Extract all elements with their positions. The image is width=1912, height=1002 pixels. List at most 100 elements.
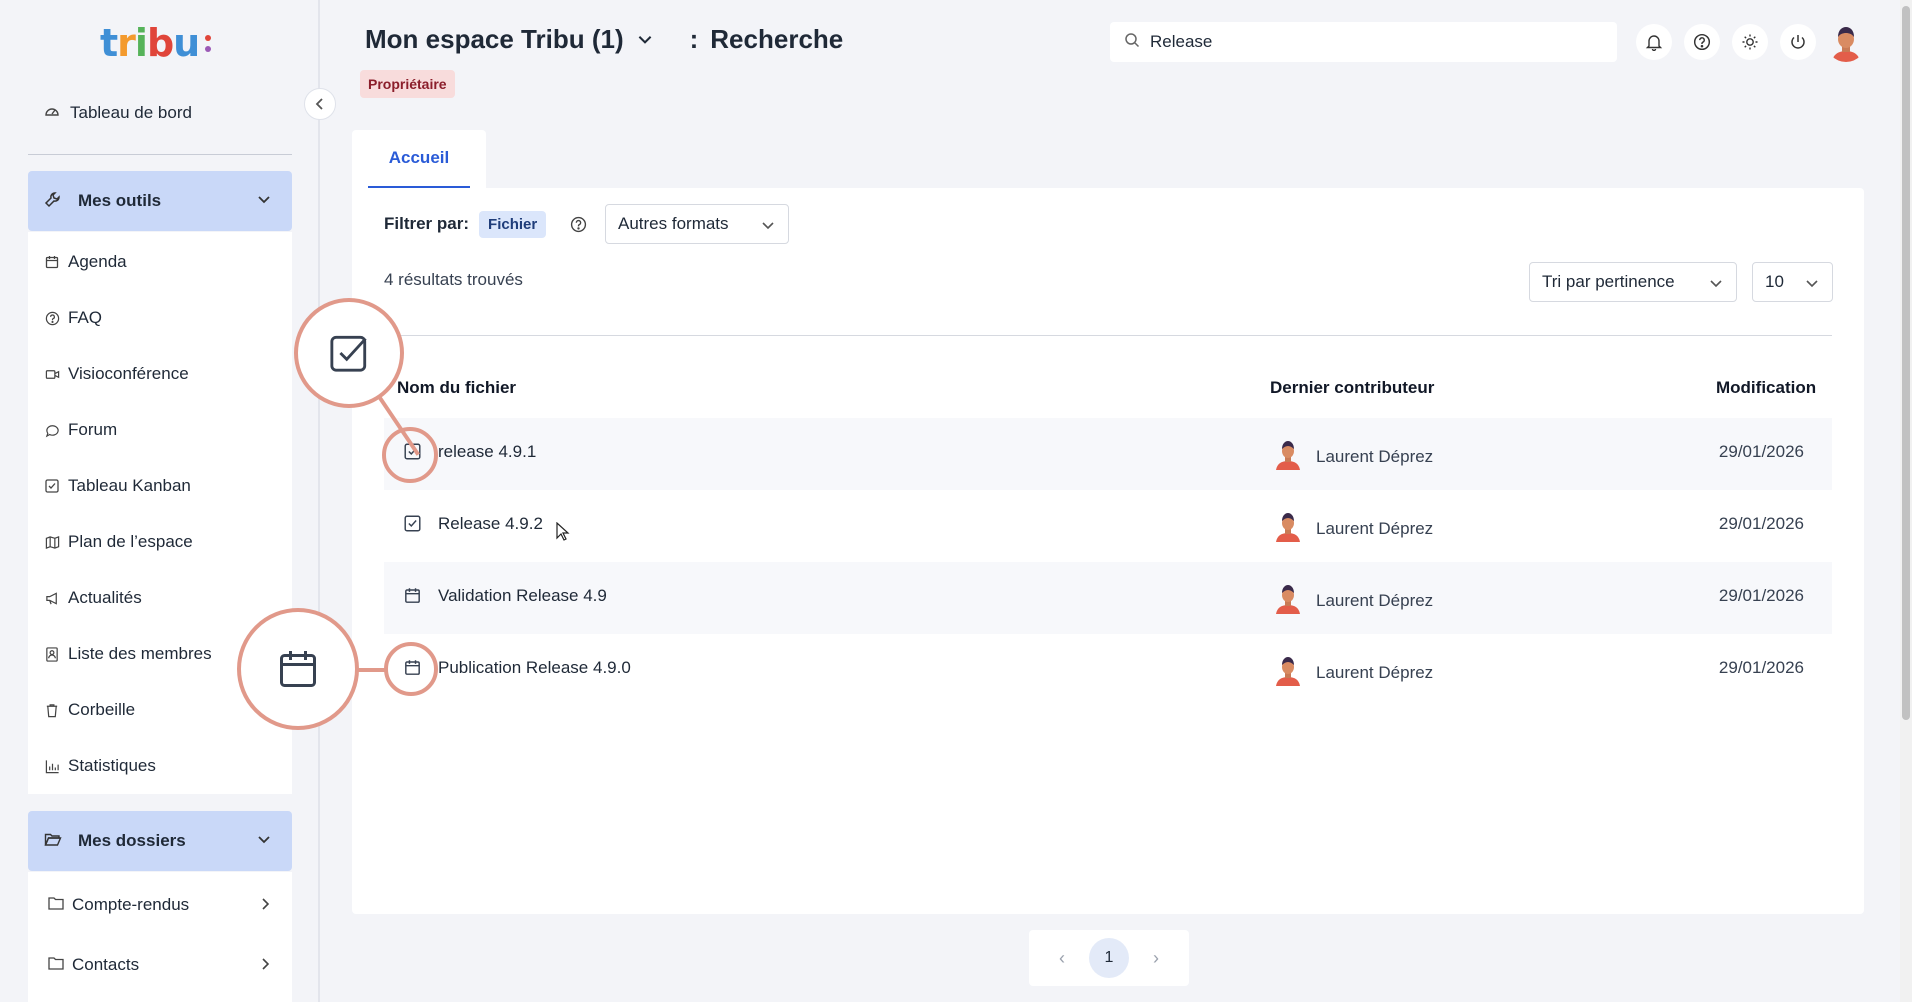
file-name-cell[interactable]: Publication Release 4.9.0 <box>404 658 631 678</box>
sidebar-item-label: FAQ <box>68 308 103 327</box>
folder-icon <box>48 895 64 915</box>
role-badge: Propriétaire <box>360 70 455 98</box>
sort-select[interactable]: Tri par pertinence <box>1529 262 1737 302</box>
notifications-button[interactable] <box>1636 24 1672 60</box>
sidebar-item-label: Agenda <box>68 252 127 271</box>
contributor-cell: Laurent Déprez <box>1274 510 1433 547</box>
space-name[interactable]: Mon espace Tribu (1) <box>365 24 624 55</box>
scrollbar-thumb[interactable] <box>1902 6 1910 720</box>
video-icon <box>44 366 60 382</box>
contributor-name: Laurent Déprez <box>1316 590 1434 610</box>
sidebar-item-label: Corbeille <box>68 700 136 719</box>
chevron-down-icon <box>256 191 272 212</box>
search-bar[interactable] <box>1110 22 1617 62</box>
modified-date: 29/01/2026 <box>1718 658 1804 677</box>
page-number-current[interactable]: 1 <box>1089 938 1129 978</box>
sidebar-item-label: Statistiques <box>68 756 156 775</box>
sort-select-value: Tri par pertinence <box>1542 272 1675 291</box>
file-name: Validation Release 4.9 <box>438 586 607 605</box>
sidebar-item-membres[interactable]: Liste des membres <box>44 640 212 668</box>
section-mes-dossiers[interactable]: Mes dossiers <box>28 811 292 871</box>
table-row[interactable]: Validation Release 4.9 Laurent Déprez 29… <box>384 562 1832 634</box>
folder-item-compte-rendus[interactable]: Compte-rendus <box>48 890 282 920</box>
page-size-select[interactable]: 10 <box>1752 262 1833 302</box>
table-row[interactable]: Release 4.9.2 Laurent Déprez 29/01/2026 <box>384 490 1832 562</box>
column-header-name[interactable]: Nom du fichier <box>397 378 516 398</box>
user-avatar[interactable] <box>1826 22 1866 62</box>
checkbox-icon <box>330 335 367 372</box>
pagination: ‹ 1 › <box>1029 930 1189 986</box>
table-row[interactable]: release 4.9.1 Laurent Déprez 29/01/2026 <box>384 418 1832 490</box>
sidebar-item-visioconference[interactable]: Visioconférence <box>44 360 189 388</box>
next-page-button[interactable]: › <box>1153 948 1159 969</box>
format-select-value: Autres formats <box>618 214 729 233</box>
callout-target-ring <box>382 427 438 483</box>
column-header-contributor[interactable]: Dernier contributeur <box>1270 378 1434 398</box>
title-separator: : <box>689 24 699 54</box>
folders-list: Compte-rendus Contacts <box>28 872 292 1002</box>
folder-label: Compte-rendus <box>72 895 190 914</box>
filter-chip-fichier[interactable]: Fichier <box>479 210 547 238</box>
sidebar-item-actualites[interactable]: Actualités <box>44 584 142 612</box>
filter-help-icon[interactable] <box>568 214 588 234</box>
logo-letter-i: i <box>134 21 148 65</box>
checkbox-icon <box>44 478 60 494</box>
search-input[interactable] <box>1150 32 1590 52</box>
chevron-down-icon <box>760 217 776 238</box>
chevron-right-icon <box>258 956 272 977</box>
sidebar-item-plan[interactable]: Plan de l’espace <box>44 528 193 556</box>
help-circle-icon <box>1693 33 1711 51</box>
sidebar-item-label: Forum <box>68 420 118 439</box>
contributor-name: Laurent Déprez <box>1316 662 1434 682</box>
sidebar-collapse-button[interactable] <box>304 88 336 120</box>
column-header-modified[interactable]: Modification <box>1716 378 1816 398</box>
megaphone-icon <box>44 590 60 606</box>
page-scrollbar[interactable] <box>1900 0 1912 1002</box>
sidebar-item-faq[interactable]: FAQ <box>44 304 102 332</box>
tab-accueil[interactable]: Accueil <box>368 130 470 188</box>
callout-connector <box>354 668 388 672</box>
contributor-cell: Laurent Déprez <box>1274 438 1433 475</box>
modified-date: 29/01/2026 <box>1718 442 1804 461</box>
sidebar-item-corbeille[interactable]: Corbeille <box>44 696 135 724</box>
sidebar-item-label: Tableau de bord <box>70 103 192 122</box>
contributor-cell: Laurent Déprez <box>1274 582 1433 619</box>
sidebar-item-statistiques[interactable]: Statistiques <box>44 752 156 780</box>
calendar-icon <box>44 254 60 270</box>
page-size-value: 10 <box>1765 272 1784 291</box>
contributor-name: Laurent Déprez <box>1316 518 1434 538</box>
folder-item-contacts[interactable]: Contacts <box>48 950 282 980</box>
theme-toggle-button[interactable] <box>1732 24 1768 60</box>
file-name-cell[interactable]: Release 4.9.2 <box>404 514 543 534</box>
file-name-cell[interactable]: Validation Release 4.9 <box>404 586 607 606</box>
logo-letter-b: b <box>146 21 174 65</box>
section-mes-outils[interactable]: Mes outils <box>28 171 292 231</box>
wrench-icon <box>44 190 62 213</box>
filter-label: Filtrer par: <box>384 214 470 233</box>
sidebar-item-forum[interactable]: Forum <box>44 416 117 444</box>
tribu-logo[interactable]: t r i b u <box>100 18 220 68</box>
contributor-cell: Laurent Déprez <box>1274 654 1433 691</box>
contributor-avatar <box>1274 438 1302 475</box>
callout-zoom-calendar <box>237 608 359 730</box>
sidebar-item-dashboard[interactable]: Tableau de bord <box>28 98 292 128</box>
logout-button[interactable] <box>1780 24 1816 60</box>
calendar-icon <box>404 587 422 605</box>
sidebar-item-kanban[interactable]: Tableau Kanban <box>44 472 191 500</box>
contacts-icon <box>44 646 60 662</box>
help-button[interactable] <box>1684 24 1720 60</box>
results-divider <box>384 335 1832 336</box>
bell-icon <box>1645 35 1663 51</box>
section-title: Mes outils <box>78 191 162 210</box>
table-row[interactable]: Publication Release 4.9.0 Laurent Déprez… <box>384 634 1832 706</box>
format-select[interactable]: Autres formats <box>605 204 789 244</box>
chevron-down-icon <box>256 831 272 852</box>
space-switch-chevron-icon[interactable] <box>636 24 654 55</box>
prev-page-button[interactable]: ‹ <box>1059 948 1065 969</box>
sidebar-item-label: Liste des membres <box>68 644 212 663</box>
folder-open-icon <box>44 831 62 852</box>
sidebar-item-agenda[interactable]: Agenda <box>44 248 127 276</box>
chevron-down-icon <box>1708 275 1724 296</box>
modified-date: 29/01/2026 <box>1718 514 1804 533</box>
dashboard-gauge-icon <box>44 103 60 124</box>
